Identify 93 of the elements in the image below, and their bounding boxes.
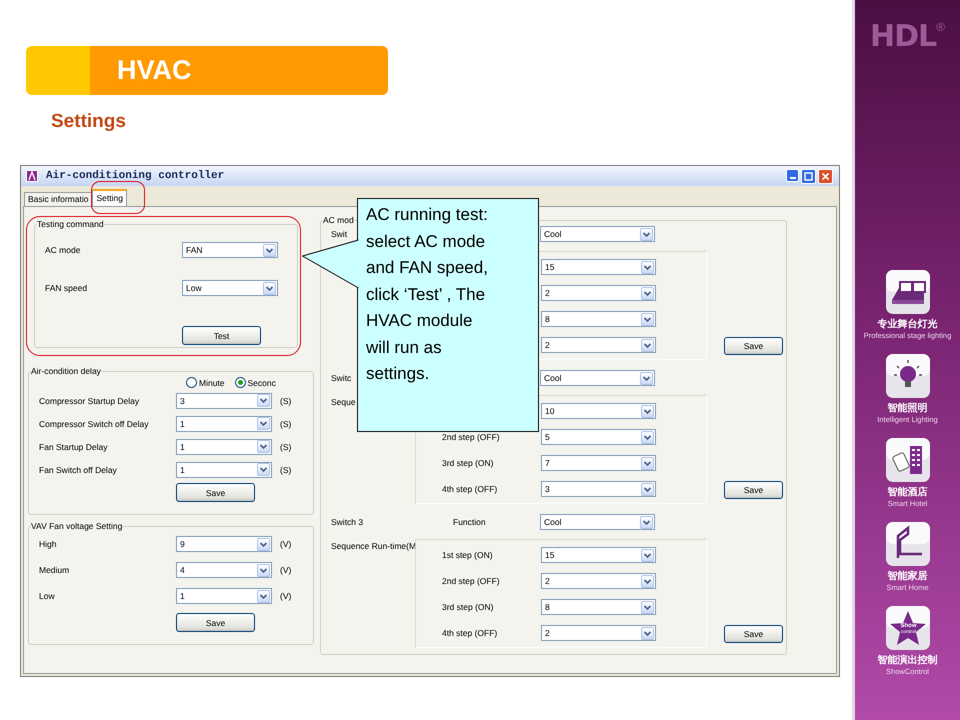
unit-label: (S): [280, 464, 292, 474]
dropdown[interactable]: 15: [541, 547, 656, 563]
dropdown[interactable]: Low: [182, 280, 278, 296]
field-label: Medium: [39, 565, 70, 575]
dropdown[interactable]: 7: [541, 455, 656, 471]
window-title: Air-conditioning controller: [46, 170, 226, 182]
dropdown[interactable]: 4: [176, 562, 272, 578]
unit-label: (V): [280, 591, 292, 601]
dropdown[interactable]: Cool: [540, 514, 655, 530]
step-label: 3rd step (ON): [442, 602, 494, 612]
group-title: Testing command: [37, 219, 104, 229]
sequence-label: Sequence Run-time(M: [331, 541, 416, 551]
step-label: 4th step (OFF): [442, 628, 498, 638]
switch-label: Switch 3: [331, 517, 364, 527]
switch-label: Switc: [331, 373, 352, 383]
minimize-button[interactable]: [786, 168, 799, 182]
light-bulb-icon: [886, 354, 930, 398]
step-label: 2nd step (OFF): [442, 576, 500, 586]
field-label: Fan Switch off Delay: [39, 464, 118, 474]
radio-button[interactable]: [186, 377, 197, 388]
dropdown[interactable]: 1: [176, 462, 272, 478]
dropdown[interactable]: 2: [541, 337, 656, 353]
maximize-icon: [804, 172, 813, 180]
dropdown[interactable]: 10: [541, 403, 656, 419]
field-label: High: [39, 539, 58, 549]
close-icon: [821, 172, 830, 180]
step-label: 3rd step (ON): [442, 458, 494, 468]
save-button[interactable]: Save: [176, 483, 255, 502]
sequence-label: Seque: [331, 397, 356, 407]
dropdown[interactable]: 2: [541, 573, 656, 589]
step-label: 2nd step (OFF): [442, 432, 500, 442]
radio-button[interactable]: [234, 377, 246, 388]
dropdown[interactable]: 1: [176, 416, 272, 432]
field-label: AC mode: [45, 245, 82, 255]
slide-subtitle: Settings: [51, 110, 126, 134]
dropdown[interactable]: 2: [541, 625, 656, 641]
highlight-frame: [91, 181, 145, 214]
dropdown[interactable]: 15: [541, 259, 656, 275]
radio-label: Minute: [199, 378, 225, 388]
building-icon: [886, 438, 930, 482]
unit-label: (V): [280, 539, 292, 549]
group-title: Air-condition delay: [31, 366, 101, 376]
category-label: 智能酒店: [888, 487, 928, 499]
switch-label: Swit: [331, 229, 348, 239]
test-button[interactable]: Test: [182, 326, 261, 345]
field-label: FAN speed: [45, 283, 88, 293]
category-label: 智能演出控制: [878, 655, 938, 667]
radio-label: Seconc: [248, 378, 276, 388]
save-button[interactable]: Save: [724, 337, 783, 355]
dropdown[interactable]: 3: [541, 481, 656, 497]
stage-screens-icon: [886, 270, 930, 314]
maximize-button[interactable]: [801, 168, 816, 184]
dropdown[interactable]: 8: [541, 599, 656, 615]
dropdown[interactable]: 5: [541, 429, 656, 445]
callout-pointer: [302, 239, 360, 290]
callout: AC running test: select AC mode and FAN speed, click ‘Test’ , The HVAC module will run as settings.: [357, 198, 539, 432]
field-label: Low: [39, 591, 56, 601]
dropdown[interactable]: 1: [176, 438, 272, 454]
category-label: 智能照明: [888, 403, 928, 415]
dropdown[interactable]: FAN: [182, 242, 278, 258]
category-label: 智能家居: [888, 571, 928, 583]
step-label: 1st step (ON): [442, 550, 493, 560]
unit-label: (S): [280, 418, 292, 428]
dropdown[interactable]: Cool: [540, 370, 655, 386]
dropdown[interactable]: 1: [176, 588, 272, 604]
field-label: Compressor Startup Delay: [39, 396, 140, 406]
category-label: 专业舞台灯光: [878, 319, 938, 331]
save-button[interactable]: Save: [724, 481, 783, 499]
group-title: VAV Fan voltage Setting: [31, 521, 122, 531]
step-label: 4th step (OFF): [442, 484, 498, 494]
tab[interactable]: Setting: [92, 189, 127, 206]
unit-label: (S): [280, 442, 292, 452]
group-title: AC mod: [323, 215, 354, 225]
dropdown[interactable]: Cool: [540, 226, 655, 242]
slide-title: HVAC: [26, 46, 388, 95]
save-button[interactable]: Save: [176, 613, 255, 632]
registered-mark: ®: [936, 20, 945, 34]
save-button[interactable]: Save: [724, 625, 783, 643]
house-icon: [886, 522, 930, 566]
close-button[interactable]: [818, 168, 833, 184]
dropdown[interactable]: 9: [176, 536, 272, 552]
dropdown[interactable]: 8: [541, 311, 656, 327]
minimize-icon: [790, 176, 796, 178]
tab[interactable]: Basic informatio: [24, 192, 92, 206]
function-label: Function: [453, 517, 486, 527]
field-label: Compressor Switch off Delay: [39, 418, 150, 428]
dropdown[interactable]: 3: [176, 392, 272, 408]
field-label: Fan Startup Delay: [39, 442, 109, 452]
app-icon: [26, 170, 38, 182]
unit-label: (V): [280, 565, 292, 575]
dropdown[interactable]: 2: [541, 285, 656, 301]
unit-label: (S): [280, 396, 292, 406]
logo: HDL: [870, 20, 936, 54]
